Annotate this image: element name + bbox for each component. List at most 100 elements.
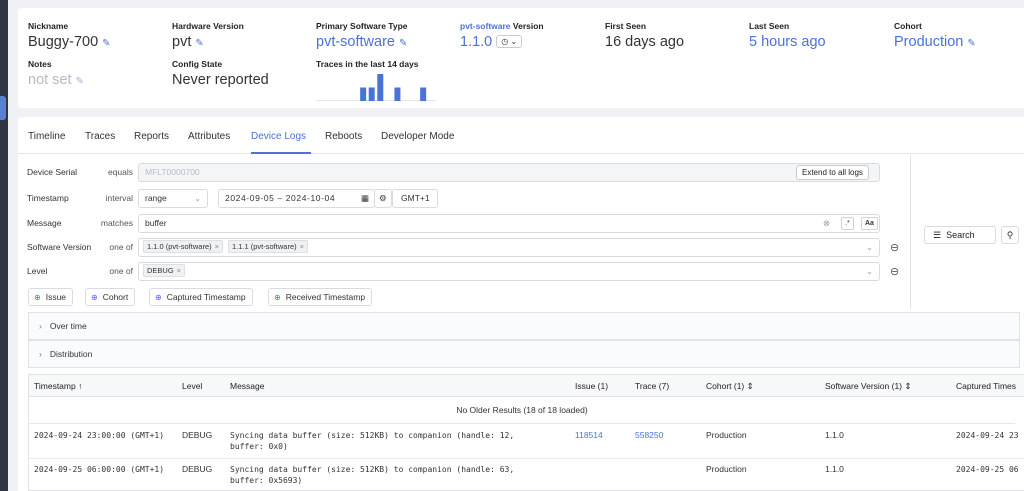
regex-toggle-button[interactable]: .* xyxy=(841,217,854,230)
extend-to-all-logs-button[interactable]: Extend to all logs xyxy=(796,165,869,180)
edit-pencil-icon[interactable]: ✎ xyxy=(195,38,203,49)
software-version-label: Version xyxy=(510,21,544,31)
column-header-message[interactable]: Message xyxy=(230,381,265,391)
level-select[interactable]: DEBUG × ⌄ xyxy=(138,262,880,281)
filter-operator: one of xyxy=(109,242,133,252)
sparkline-bar[interactable] xyxy=(394,87,401,102)
sparkline-bar[interactable] xyxy=(377,74,384,101)
column-header-issue[interactable]: Issue (1) xyxy=(575,381,608,391)
accordion-distribution[interactable]: › Distribution xyxy=(28,340,1020,368)
filter-row-level: Level one of DEBUG × ⌄ ⊖ xyxy=(18,262,911,282)
tab-developer-mode[interactable]: Developer Mode xyxy=(381,131,454,142)
notes-label: Notes xyxy=(28,59,52,69)
active-tab-indicator xyxy=(251,152,311,154)
chip-label: 1.1.0 (pvt-software) xyxy=(147,242,212,251)
column-header-level[interactable]: Level xyxy=(182,381,202,391)
software-version-label-link[interactable]: pvt-software xyxy=(460,21,511,31)
column-header-software-version[interactable]: Software Version (1) ⇕ xyxy=(825,381,912,392)
add-received-timestamp-filter-button[interactable]: ⊕ Received Timestamp xyxy=(268,288,373,306)
app-sidebar xyxy=(0,0,8,491)
config-label: Config State xyxy=(172,59,223,69)
traces-label: Traces in the last 14 days xyxy=(316,59,419,69)
button-label: Search xyxy=(946,230,975,240)
filter-icon[interactable]: ⚲ xyxy=(1001,226,1019,244)
column-header-timestamp[interactable]: Timestamp ↑ xyxy=(34,381,82,391)
edit-pencil-icon[interactable]: ✎ xyxy=(967,38,975,49)
remove-chip-icon[interactable]: × xyxy=(300,242,304,251)
tab-attributes[interactable]: Attributes xyxy=(188,131,230,142)
sparkline-bar[interactable] xyxy=(420,87,427,102)
chevron-down-icon: ⌄ xyxy=(510,37,518,46)
date-range-input[interactable]: 2024-09-05 – 2024-10-04 ▦ xyxy=(218,189,375,208)
header-label: Software Version (1) xyxy=(825,381,903,391)
chevron-down-icon: ⌄ xyxy=(194,194,201,203)
match-case-toggle-button[interactable]: Aa xyxy=(861,217,878,230)
cell-timestamp: 2024-09-24 23:00:00 (GMT+1) xyxy=(34,431,165,440)
button-label: Issue xyxy=(45,292,67,302)
last-seen-field: Last Seen 5 hours ago xyxy=(749,21,826,50)
date-range-value: 2024-09-05 – 2024-10-04 xyxy=(225,193,336,203)
remove-chip-icon[interactable]: × xyxy=(215,242,219,251)
table-row[interactable]: 2024-09-24 23:00:00 (GMT+1) DEBUG Syncin… xyxy=(29,425,1024,459)
remove-filter-icon[interactable]: ⊖ xyxy=(890,241,899,254)
version-dropdown[interactable]: ◷ ⌄ xyxy=(496,35,523,48)
column-header-cohort[interactable]: Cohort (1) ⇕ xyxy=(706,381,754,392)
traces-field: Traces in the last 14 days xyxy=(316,59,419,69)
notes-value: not set xyxy=(28,72,72,88)
remove-filter-icon[interactable]: ⊖ xyxy=(890,265,899,278)
chip-label: 1.1.1 (pvt-software) xyxy=(232,242,297,251)
edit-pencil-icon[interactable]: ✎ xyxy=(102,38,110,49)
sort-icon: ⇕ xyxy=(746,381,754,391)
tab-reboots[interactable]: Reboots xyxy=(325,131,362,142)
clear-icon[interactable]: ⊗ xyxy=(823,215,830,232)
traces-sparkline xyxy=(316,74,436,102)
remove-chip-icon[interactable]: × xyxy=(177,266,181,275)
last-seen-value[interactable]: 5 hours ago xyxy=(749,34,826,50)
sidebar-active-indicator[interactable] xyxy=(0,96,6,120)
add-cohort-filter-button[interactable]: ⊕ Cohort xyxy=(85,288,136,306)
filter-label: Level xyxy=(27,266,48,276)
add-captured-timestamp-filter-button[interactable]: ⊕ Captured Timestamp xyxy=(149,288,253,306)
gear-icon: ⚙ xyxy=(379,193,387,203)
device-main-panel: Timeline Traces Reports Attributes Devic… xyxy=(18,117,1024,491)
software-type-link[interactable]: pvt-software xyxy=(316,34,395,50)
message-line: Syncing data buffer (size: 512KB) to com… xyxy=(230,465,515,474)
search-button[interactable]: ☰ Search xyxy=(924,226,996,244)
message-input[interactable]: buffer ⊗ .* Aa xyxy=(138,214,880,233)
tab-timeline[interactable]: Timeline xyxy=(28,131,65,142)
software-version-link[interactable]: 1.1.0 xyxy=(460,34,492,50)
filter-operator: matches xyxy=(100,218,133,228)
edit-pencil-icon[interactable]: ✎ xyxy=(76,76,84,87)
table-row[interactable]: 2024-09-25 06:00:00 (GMT+1) DEBUG Syncin… xyxy=(29,459,1024,490)
accordion-over-time[interactable]: › Over time xyxy=(28,312,1020,340)
column-header-trace[interactable]: Trace (7) xyxy=(635,381,669,391)
nickname-field: Nickname Buggy-700 ✎ xyxy=(28,21,111,50)
tab-traces[interactable]: Traces xyxy=(85,131,115,142)
cell-cohort: Production xyxy=(706,464,747,474)
cohort-label: Cohort xyxy=(894,21,922,31)
timezone-settings-button[interactable]: ⚙ xyxy=(374,189,392,208)
sparkline-bar[interactable] xyxy=(368,87,375,102)
edit-pencil-icon[interactable]: ✎ xyxy=(399,38,407,49)
tab-device-logs[interactable]: Device Logs xyxy=(251,131,306,142)
notes-field: Notes not set ✎ xyxy=(28,59,84,88)
sparkline-bar[interactable] xyxy=(360,87,367,102)
cell-issue-link[interactable]: 118514 xyxy=(575,430,603,440)
tab-bar: Timeline Traces Reports Attributes Devic… xyxy=(18,117,1024,154)
timezone-select[interactable]: GMT+1 xyxy=(392,189,438,208)
calendar-icon[interactable]: ▦ xyxy=(361,190,369,207)
software-version-field: pvt-software Version 1.1.0 ◷ ⌄ xyxy=(460,21,544,50)
cohort-link[interactable]: Production xyxy=(894,34,963,50)
search-list-icon: ☰ xyxy=(933,230,942,240)
sort-icon: ⇕ xyxy=(904,381,912,391)
column-header-captured-timestamp[interactable]: Captured Times xyxy=(956,381,1016,391)
tab-reports[interactable]: Reports xyxy=(134,131,169,142)
cohort-field: Cohort Production ✎ xyxy=(894,21,976,50)
cell-trace-link[interactable]: 558250 xyxy=(635,430,663,440)
add-issue-filter-button[interactable]: ⊕ Issue xyxy=(28,288,74,306)
cell-software-version: 1.1.0 xyxy=(825,464,844,474)
message-line: buffer: 0x5693) xyxy=(230,476,303,485)
software-version-select[interactable]: 1.1.0 (pvt-software) × 1.1.1 (pvt-software… xyxy=(138,238,880,257)
nickname-value: Buggy-700 xyxy=(28,34,99,50)
timestamp-mode-select[interactable]: range ⌄ xyxy=(138,189,208,208)
